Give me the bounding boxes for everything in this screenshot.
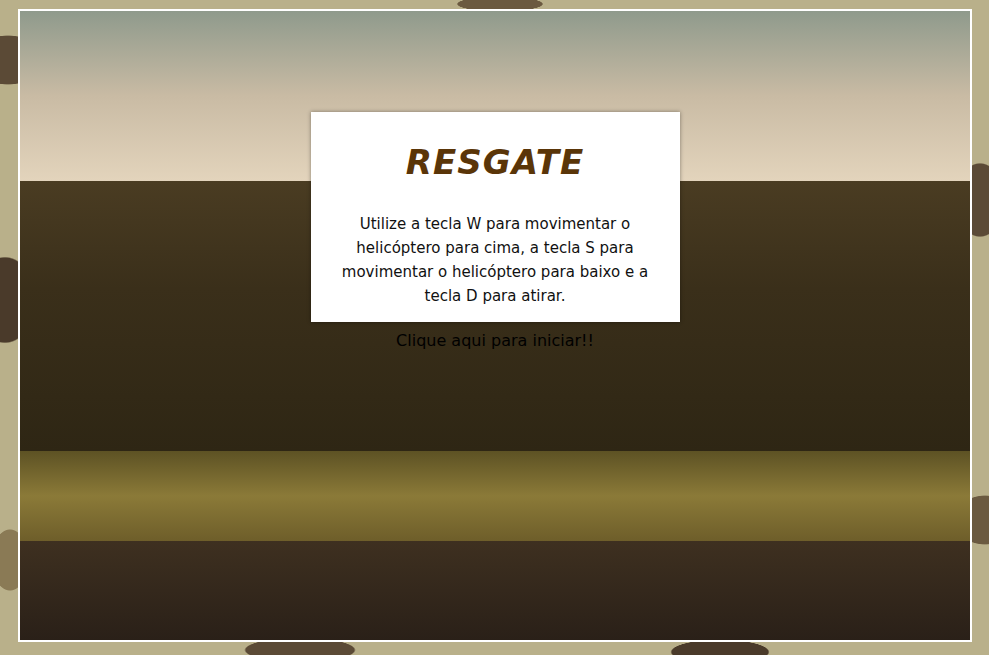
field (20, 451, 970, 541)
game-frame: RESGATE Utilize a tecla W para movimentar… (18, 9, 972, 642)
instructions-text: Utilize a tecla W para movimentar o heli… (329, 212, 662, 308)
start-screen: RESGATE Utilize a tecla W para movimentar… (20, 11, 970, 352)
ground (20, 541, 970, 640)
camouflage-background: RESGATE Utilize a tecla W para movimentar… (0, 0, 989, 655)
game-title: RESGATE (329, 142, 662, 182)
instructions-card: RESGATE Utilize a tecla W para movimentar… (311, 112, 680, 322)
start-link[interactable]: Clique aqui para iniciar!! (396, 330, 594, 352)
landscape-picture (20, 11, 970, 640)
